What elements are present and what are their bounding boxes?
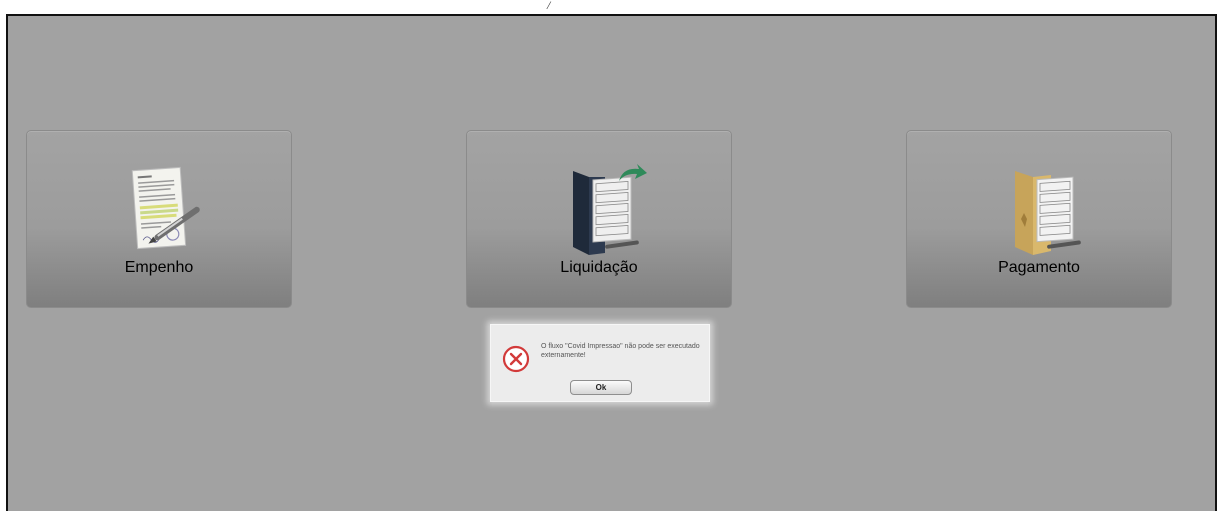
top-mark: / — [547, 0, 551, 12]
dark-folder-documents-arrow-icon — [573, 164, 647, 255]
error-x-icon — [502, 345, 530, 373]
tan-folder-documents-pen-icon — [1015, 171, 1081, 255]
ok-button[interactable]: Ok — [570, 380, 632, 395]
app-frame: Empenho Liquidação Pagamento O fluxo "Co… — [6, 14, 1217, 511]
tile-label: Empenho — [124, 259, 194, 276]
error-message: O fluxo "Covid Impressao" não pode ser e… — [541, 343, 700, 359]
pagamento-tile[interactable]: Pagamento — [906, 130, 1172, 308]
error-dialog: O fluxo "Covid Impressao" não pode ser e… — [490, 324, 710, 402]
empenho-tile[interactable]: Empenho — [26, 130, 292, 308]
liquidacao-tile[interactable]: Liquidação — [466, 130, 732, 308]
signed-document-pen-icon — [131, 166, 200, 250]
tile-label: Liquidação — [560, 259, 638, 276]
tile-label: Pagamento — [998, 259, 1080, 276]
